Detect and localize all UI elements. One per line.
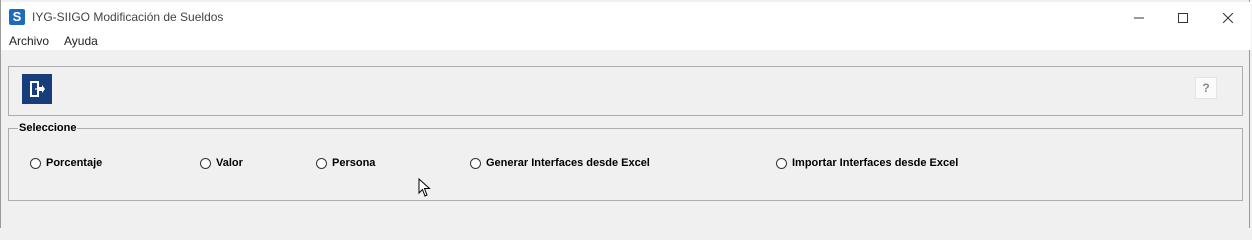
mouse-pointer-icon <box>418 178 431 197</box>
help-button[interactable]: ? <box>1195 77 1217 99</box>
selection-groupbox: Seleccione Porcentaje Valor Persona Gene… <box>8 122 1243 201</box>
radio-label: Generar Interfaces desde Excel <box>486 157 650 169</box>
close-button[interactable] <box>1205 4 1251 32</box>
minimize-icon <box>1134 17 1144 19</box>
radio-importar-interfaces[interactable]: Importar Interfaces desde Excel <box>776 157 958 169</box>
toolbar-panel: ? <box>8 66 1243 116</box>
app-logo-icon: S <box>9 9 25 25</box>
maximize-icon <box>1178 13 1188 23</box>
minimize-button[interactable] <box>1116 4 1162 32</box>
radio-circle[interactable] <box>200 157 211 169</box>
radio-label: Importar Interfaces desde Excel <box>792 157 959 169</box>
radio-valor[interactable]: Valor <box>200 157 243 169</box>
menu-archivo[interactable]: Archivo <box>9 34 49 48</box>
close-icon <box>1223 13 1233 23</box>
menu-bar: Archivo Ayuda <box>1 30 1251 50</box>
app-window: S IYG-SIIGO Modificación de Sueldos Arch… <box>0 0 1251 228</box>
radio-circle[interactable] <box>316 157 327 169</box>
window-title: IYG-SIIGO Modificación de Sueldos <box>32 10 224 24</box>
radio-label: Porcentaje <box>46 157 103 169</box>
radio-generar-interfaces[interactable]: Generar Interfaces desde Excel <box>470 157 650 169</box>
radio-porcentaje[interactable]: Porcentaje <box>30 157 102 169</box>
door-exit-icon <box>30 81 45 97</box>
group-legend: Seleccione <box>18 122 78 134</box>
radio-circle[interactable] <box>470 157 481 169</box>
title-bar[interactable]: S IYG-SIIGO Modificación de Sueldos <box>1 2 1251 30</box>
radio-label: Valor <box>216 157 243 169</box>
radio-circle[interactable] <box>30 157 41 169</box>
radio-persona[interactable]: Persona <box>316 157 375 169</box>
maximize-button[interactable] <box>1160 4 1206 32</box>
radio-label: Persona <box>332 157 376 169</box>
radio-circle[interactable] <box>776 157 787 169</box>
exit-button[interactable] <box>22 74 52 104</box>
menu-ayuda[interactable]: Ayuda <box>64 34 98 48</box>
